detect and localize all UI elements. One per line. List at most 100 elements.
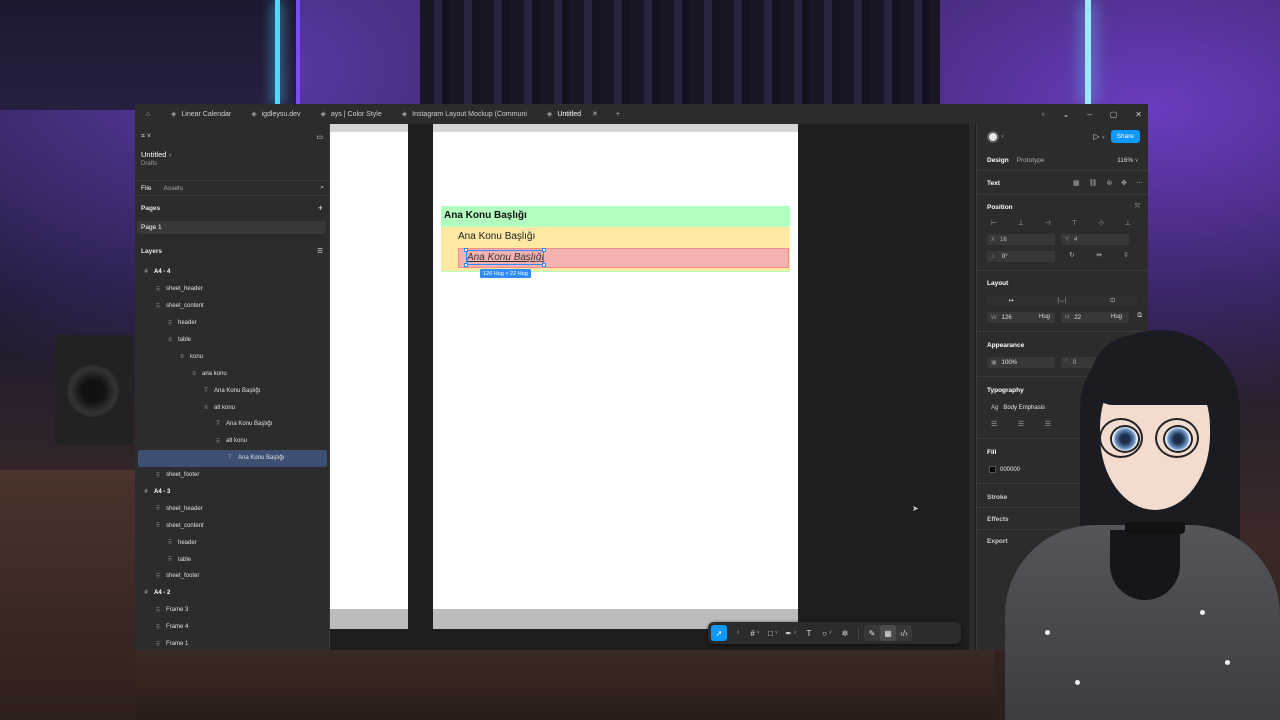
rotate-icon[interactable]: ↻	[1069, 251, 1075, 259]
layer-row[interactable]: # A4 - 3	[135, 484, 330, 501]
pen-tool-button[interactable]: ✒ ˅	[783, 625, 799, 641]
figma-menu-icon[interactable]: ⌗ ˅	[141, 133, 151, 141]
selection-box[interactable]	[464, 248, 546, 267]
rotation-field[interactable]: ∟ 0°	[987, 251, 1055, 262]
layer-row[interactable]: ⠿ sheet_content	[135, 517, 330, 534]
add-page-icon[interactable]: +	[318, 203, 323, 213]
shape-tool-button[interactable]: □ ˅	[765, 625, 781, 641]
layer-row[interactable]: ⠿ Frame 4	[135, 619, 330, 636]
panel-toggle-icon[interactable]: ▭	[316, 133, 323, 141]
tab-linear-calendar[interactable]: ◈ Linear Calendar	[161, 104, 241, 124]
minimize-icon[interactable]: –	[1087, 110, 1091, 119]
new-tab-button[interactable]: +	[608, 111, 628, 118]
grid-icon[interactable]: ▦	[1073, 179, 1080, 187]
tab-assets[interactable]: Assets	[163, 185, 183, 192]
layer-row[interactable]: ⠿ table	[135, 551, 330, 568]
tab-color-style[interactable]: ◈ ays | Color Style	[311, 104, 392, 124]
align-left-icon[interactable]: ⊢	[991, 219, 997, 227]
link-icon[interactable]: ⛓	[1089, 179, 1098, 187]
close-icon[interactable]: ✕	[1135, 110, 1142, 119]
x-field[interactable]: X 16	[987, 234, 1055, 245]
layer-row[interactable]: ⠿ sheet_header	[135, 500, 330, 517]
actions-tool-button[interactable]: ✲	[837, 625, 853, 641]
speaker-cone	[67, 365, 119, 417]
present-icon[interactable]: ▷ ˅	[1093, 132, 1104, 141]
layer-row[interactable]: ⠿ sheet_header	[135, 281, 330, 298]
home-tab[interactable]: ⌂	[135, 104, 161, 124]
move-tool-menu[interactable]: ˅	[729, 625, 745, 641]
search-icon[interactable]: ⌕	[320, 184, 324, 192]
layer-row[interactable]: ⠿ Frame 3	[135, 602, 330, 619]
y-field[interactable]: Y4	[1061, 234, 1129, 245]
constraints-icon[interactable]: ⤧	[1135, 203, 1140, 211]
layer-row[interactable]: ⠿ sheet_content	[135, 298, 330, 315]
tab-igdleysu[interactable]: ◈ igdleysu.dev	[241, 104, 310, 124]
layer-row[interactable]: ⠿ Frame 1	[135, 636, 330, 653]
layer-row[interactable]: # A4 - 4	[135, 264, 330, 281]
move-tool-button[interactable]: ➚	[711, 625, 727, 641]
project-title[interactable]: Untitled ˅	[141, 150, 171, 159]
resize-handle[interactable]	[464, 248, 468, 252]
maximize-icon[interactable]: ▢	[1110, 110, 1118, 119]
style-icon[interactable]: ⊛	[1106, 179, 1112, 187]
comment-tool-button[interactable]: ○ ˅	[819, 625, 835, 641]
page-item[interactable]: Page 1	[137, 221, 326, 234]
layer-row[interactable]: ⠿ sheet_footer	[135, 467, 330, 484]
alt-konu-title[interactable]: Ana Konu Başlığı	[458, 231, 535, 242]
tab-prototype[interactable]: Prototype	[1017, 157, 1045, 164]
resize-handle[interactable]	[464, 263, 468, 267]
layer-row[interactable]: ≡ table	[135, 332, 330, 349]
resize-handle[interactable]	[542, 263, 546, 267]
align-middle-icon[interactable]: ⊹	[1098, 219, 1104, 227]
layer-row[interactable]: ≡ konu	[135, 348, 330, 365]
layer-label: A4 - 3	[154, 489, 171, 496]
text-tool-button[interactable]: T	[801, 625, 817, 641]
layer-row[interactable]: ⠿ alt konu	[135, 433, 330, 450]
flip-vertical-icon[interactable]: ⇳	[1123, 251, 1129, 259]
layer-row[interactable]: T Ana Konu Başlığı	[138, 449, 327, 467]
resize-handle[interactable]	[542, 248, 546, 252]
align-right-icon[interactable]: ⊣	[1045, 219, 1051, 227]
layer-row[interactable]: T Ana Konu Başlığı	[135, 416, 330, 433]
tab-untitled[interactable]: ◈ Untitled ✕	[537, 104, 608, 124]
canvas[interactable]: Ana Konu Başlığı Ana Konu Başlığı Ana Ko…	[330, 124, 975, 650]
chevron-down-icon[interactable]: ⌄	[1063, 110, 1070, 119]
layer-row[interactable]: ⠿ sheet_footer	[135, 568, 330, 585]
layer-row[interactable]: ⠿ header	[135, 534, 330, 551]
align-top-icon[interactable]: ⊤	[1071, 219, 1077, 227]
frame-tool-button[interactable]: # ˅	[747, 625, 763, 641]
tab-design[interactable]: Design	[987, 157, 1009, 164]
layer-row[interactable]: T Ana Konu Başlığı	[135, 382, 330, 399]
auto-width-icon[interactable]: ↦	[1009, 297, 1014, 304]
user-menu[interactable]: ˅	[987, 130, 1004, 143]
tab-file[interactable]: File	[141, 185, 151, 192]
share-button[interactable]: Share	[1110, 130, 1140, 143]
auto-height-icon[interactable]: |↔|	[1057, 298, 1066, 304]
width-mode[interactable]: Hug	[1039, 314, 1050, 320]
constrain-proportions-icon[interactable]: ⧉	[1137, 312, 1142, 320]
layer-row[interactable]: ≡ alt konu	[135, 399, 330, 416]
close-icon[interactable]: ✕	[592, 110, 598, 118]
flip-horizontal-icon[interactable]: ⇹	[1096, 251, 1102, 259]
ana-konu-title[interactable]: Ana Konu Başlığı	[444, 210, 527, 221]
align-center-icon[interactable]: ⊥	[1018, 219, 1024, 227]
dev-mode-button[interactable]: ‹/›	[896, 625, 912, 641]
fixed-size-icon[interactable]: ⊡	[1110, 297, 1115, 304]
rotation-icon: ∟	[991, 253, 997, 260]
notifications-icon[interactable]: ▫	[1042, 110, 1045, 119]
layer-label: ana konu	[202, 370, 227, 377]
sheet-a4-3[interactable]	[330, 124, 408, 629]
sheet-a4-4[interactable]: Ana Konu Başlığı Ana Konu Başlığı Ana Ko…	[433, 124, 798, 629]
zoom-control[interactable]: 116% ˅	[1117, 157, 1138, 164]
design-mode-button[interactable]: ▦	[880, 625, 896, 641]
layer-row[interactable]: # A4 - 2	[135, 585, 330, 602]
more-icon[interactable]: ⋯	[1136, 179, 1143, 187]
component-icon[interactable]: ✥	[1121, 179, 1127, 187]
tab-instagram-layout[interactable]: ◈ Instagram Layout Mockup (Communi	[392, 104, 537, 124]
layer-row[interactable]: ≡ ana konu	[135, 365, 330, 382]
align-bottom-icon[interactable]: ⊥	[1125, 219, 1131, 227]
layer-row[interactable]: ⠿ header	[135, 315, 330, 332]
draw-mode-button[interactable]: ✎	[864, 625, 880, 641]
layers-options-icon[interactable]: ☰	[317, 247, 323, 255]
height-mode[interactable]: Hug	[1111, 314, 1122, 320]
